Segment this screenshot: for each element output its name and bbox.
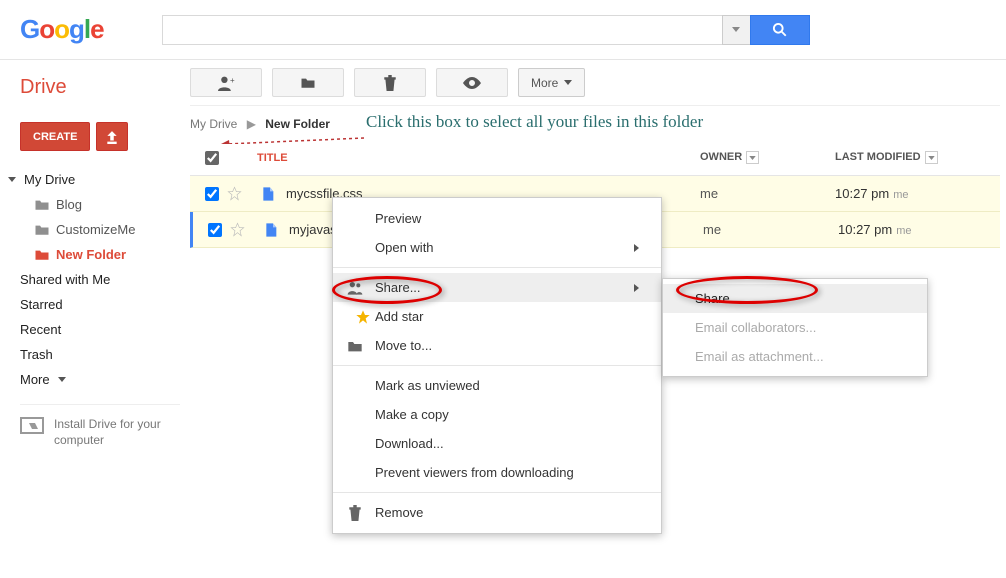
chevron-down-icon <box>8 177 16 182</box>
more-button[interactable]: More <box>518 68 585 97</box>
share-submenu: Share... Email collaborators... Email as… <box>662 278 928 377</box>
person-plus-icon: + <box>216 75 236 91</box>
delete-button[interactable] <box>354 68 426 97</box>
chevron-down-icon[interactable] <box>746 151 759 164</box>
star-icon[interactable] <box>230 222 245 237</box>
menu-mark-unviewed[interactable]: Mark as unviewed <box>333 371 661 400</box>
menu-download[interactable]: Download... <box>333 429 661 458</box>
drive-install-icon <box>20 417 44 437</box>
column-owner[interactable]: OWNER <box>700 151 759 165</box>
nav-starred[interactable]: Starred <box>20 292 180 317</box>
nav-shared-with-me[interactable]: Shared with Me <box>20 267 180 292</box>
folder-icon <box>347 338 363 354</box>
breadcrumb: My Drive ▶ New Folder <box>190 117 330 131</box>
upload-icon <box>105 130 119 144</box>
trash-icon <box>383 75 397 91</box>
menu-prevent-download[interactable]: Prevent viewers from downloading <box>333 458 661 487</box>
add-person-button[interactable]: + <box>190 68 262 97</box>
row-checkbox[interactable] <box>208 223 222 237</box>
install-drive-link[interactable]: Install Drive for your computer <box>54 417 180 448</box>
nav-more[interactable]: More <box>20 367 180 392</box>
people-icon <box>347 280 363 296</box>
submenu-email-attachment: Email as attachment... <box>663 342 927 371</box>
context-menu: Preview Open with Share... Add star Move… <box>332 197 662 534</box>
file-owner: me <box>700 186 718 201</box>
row-checkbox[interactable] <box>205 187 219 201</box>
menu-divider <box>333 492 661 493</box>
breadcrumb-root[interactable]: My Drive <box>190 117 237 131</box>
chevron-right-icon <box>634 284 639 292</box>
menu-share[interactable]: Share... <box>333 273 661 302</box>
svg-text:+: + <box>230 76 235 85</box>
folder-icon <box>300 76 316 89</box>
menu-make-copy[interactable]: Make a copy <box>333 400 661 429</box>
nav-folder-new-folder[interactable]: New Folder <box>34 242 180 267</box>
folder-icon <box>34 198 50 211</box>
menu-move-to[interactable]: Move to... <box>333 331 661 360</box>
search-input[interactable] <box>162 15 722 45</box>
menu-add-star[interactable]: Add star <box>333 302 661 331</box>
select-all-checkbox[interactable] <box>205 151 219 165</box>
annotation-hint: Click this box to select all your files … <box>366 112 703 132</box>
table-header: TITLE OWNER LAST MODIFIED <box>190 140 1000 176</box>
nav-folder-customizeme[interactable]: CustomizeMe <box>34 217 180 242</box>
star-icon <box>355 309 371 325</box>
file-modified: 10:27 pmme <box>838 222 911 237</box>
submenu-email-collaborators: Email collaborators... <box>663 313 927 342</box>
google-logo[interactable]: Google <box>20 14 104 45</box>
file-icon <box>263 222 279 238</box>
file-icon <box>260 186 276 202</box>
chevron-down-icon[interactable] <box>925 151 938 164</box>
folder-button[interactable] <box>272 68 344 97</box>
eye-icon <box>463 77 481 89</box>
search-button[interactable] <box>750 15 810 45</box>
menu-open-with[interactable]: Open with <box>333 233 661 262</box>
menu-remove[interactable]: Remove <box>333 498 661 527</box>
nav-trash[interactable]: Trash <box>20 342 180 367</box>
column-last-modified[interactable]: LAST MODIFIED <box>835 151 938 165</box>
app-name[interactable]: Drive <box>20 76 67 99</box>
folder-icon <box>34 223 50 236</box>
trash-icon <box>347 505 363 521</box>
submenu-share[interactable]: Share... <box>663 284 927 313</box>
column-title[interactable]: TITLE <box>257 152 288 164</box>
search-icon <box>772 22 787 37</box>
folder-icon <box>34 248 50 261</box>
search-options-dropdown[interactable] <box>722 15 750 45</box>
nav-recent[interactable]: Recent <box>20 317 180 342</box>
star-icon[interactable] <box>227 186 242 201</box>
upload-button[interactable] <box>96 122 128 151</box>
nav-folder-blog[interactable]: Blog <box>34 192 180 217</box>
file-modified: 10:27 pmme <box>835 186 908 201</box>
menu-divider <box>333 267 661 268</box>
chevron-down-icon <box>564 80 572 85</box>
more-label: More <box>531 76 558 90</box>
breadcrumb-current[interactable]: New Folder <box>265 117 330 131</box>
menu-preview[interactable]: Preview <box>333 204 661 233</box>
file-owner: me <box>703 222 721 237</box>
nav-my-drive[interactable]: My Drive <box>20 167 180 192</box>
preview-button[interactable] <box>436 68 508 97</box>
menu-divider <box>333 365 661 366</box>
create-button[interactable]: CREATE <box>20 122 90 151</box>
chevron-down-icon <box>58 377 66 382</box>
chevron-right-icon: ▶ <box>247 117 256 131</box>
chevron-right-icon <box>634 244 639 252</box>
